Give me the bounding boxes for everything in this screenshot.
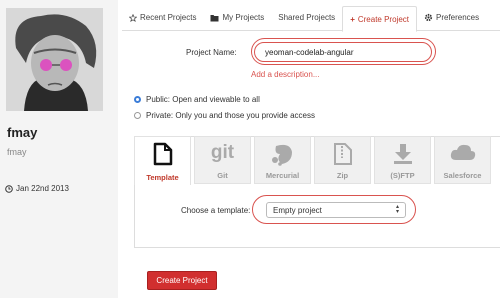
- document-icon: [153, 142, 172, 166]
- plus-icon: +: [350, 14, 355, 24]
- repo-tab-salesforce[interactable]: Salesforce: [434, 136, 491, 184]
- visibility-public-option[interactable]: Public: Open and viewable to all: [134, 95, 260, 104]
- profile-sidebar: fmay fmay Jan 22nd 2013: [0, 0, 118, 298]
- public-label: Public: Open and viewable to all: [146, 95, 260, 104]
- select-arrows-icon: ▴ ▾: [395, 204, 399, 215]
- repo-tab-label: Mercurial: [265, 171, 300, 180]
- repo-type-tabs: Template git Git Mercurial Zip (S)FTP Sa…: [134, 136, 491, 185]
- gear-icon: [424, 13, 433, 22]
- mercurial-logo-icon: [271, 144, 292, 166]
- tab-my-projects[interactable]: My Projects: [203, 6, 271, 29]
- tab-recent-projects[interactable]: Recent Projects: [122, 6, 203, 29]
- zip-file-icon: [333, 143, 352, 165]
- add-description-link[interactable]: Add a description...: [251, 70, 319, 79]
- create-project-button[interactable]: Create Project: [147, 271, 217, 290]
- project-name-label: Project Name:: [186, 48, 237, 57]
- repo-tab-label: Salesforce: [443, 171, 482, 180]
- tab-label: Preferences: [436, 13, 480, 22]
- user-name: fmay: [7, 125, 38, 140]
- repo-tab-zip[interactable]: Zip: [314, 136, 371, 184]
- avatar: [6, 8, 103, 111]
- public-radio[interactable]: [134, 96, 141, 103]
- join-date: Jan 22nd 2013: [5, 184, 69, 193]
- user-handle: fmay: [7, 147, 27, 157]
- clock-icon: [5, 184, 13, 193]
- tab-label: Shared Projects: [278, 13, 336, 22]
- repo-tab-label: Zip: [336, 171, 349, 180]
- project-name-input[interactable]: [254, 42, 432, 62]
- folder-icon: [210, 14, 219, 21]
- join-date-text: Jan 22nd 2013: [16, 184, 69, 193]
- repo-tab-sftp[interactable]: (S)FTP: [374, 136, 431, 184]
- tab-create-project[interactable]: + Create Project: [342, 6, 417, 32]
- repo-tab-label: (S)FTP: [390, 171, 415, 180]
- private-label: Private: Only you and those you provide …: [146, 111, 315, 120]
- tab-label: Create Project: [357, 14, 409, 24]
- tab-label: Recent Projects: [140, 13, 197, 22]
- choose-template-label: Choose a template:: [181, 206, 251, 215]
- repo-tab-git[interactable]: git Git: [194, 136, 251, 184]
- repo-tab-label: Git: [217, 171, 228, 180]
- repo-tab-label: Template: [146, 173, 179, 182]
- private-radio[interactable]: [134, 112, 141, 119]
- tab-shared-projects[interactable]: Shared Projects: [271, 6, 342, 29]
- git-logo-icon: git: [210, 142, 235, 163]
- download-arrow-icon: [393, 144, 412, 164]
- tab-preferences[interactable]: Preferences: [417, 6, 486, 29]
- repo-tab-template[interactable]: Template: [134, 136, 191, 185]
- repo-tab-mercurial[interactable]: Mercurial: [254, 136, 311, 184]
- template-select[interactable]: Empty project ▴ ▾: [266, 202, 406, 218]
- star-icon: [129, 13, 137, 22]
- project-tabs: Recent Projects My Projects Shared Proje…: [122, 6, 500, 32]
- visibility-private-option[interactable]: Private: Only you and those you provide …: [134, 111, 315, 120]
- template-select-value: Empty project: [273, 205, 322, 215]
- tab-label: My Projects: [222, 13, 265, 22]
- cloud-icon: [450, 144, 475, 160]
